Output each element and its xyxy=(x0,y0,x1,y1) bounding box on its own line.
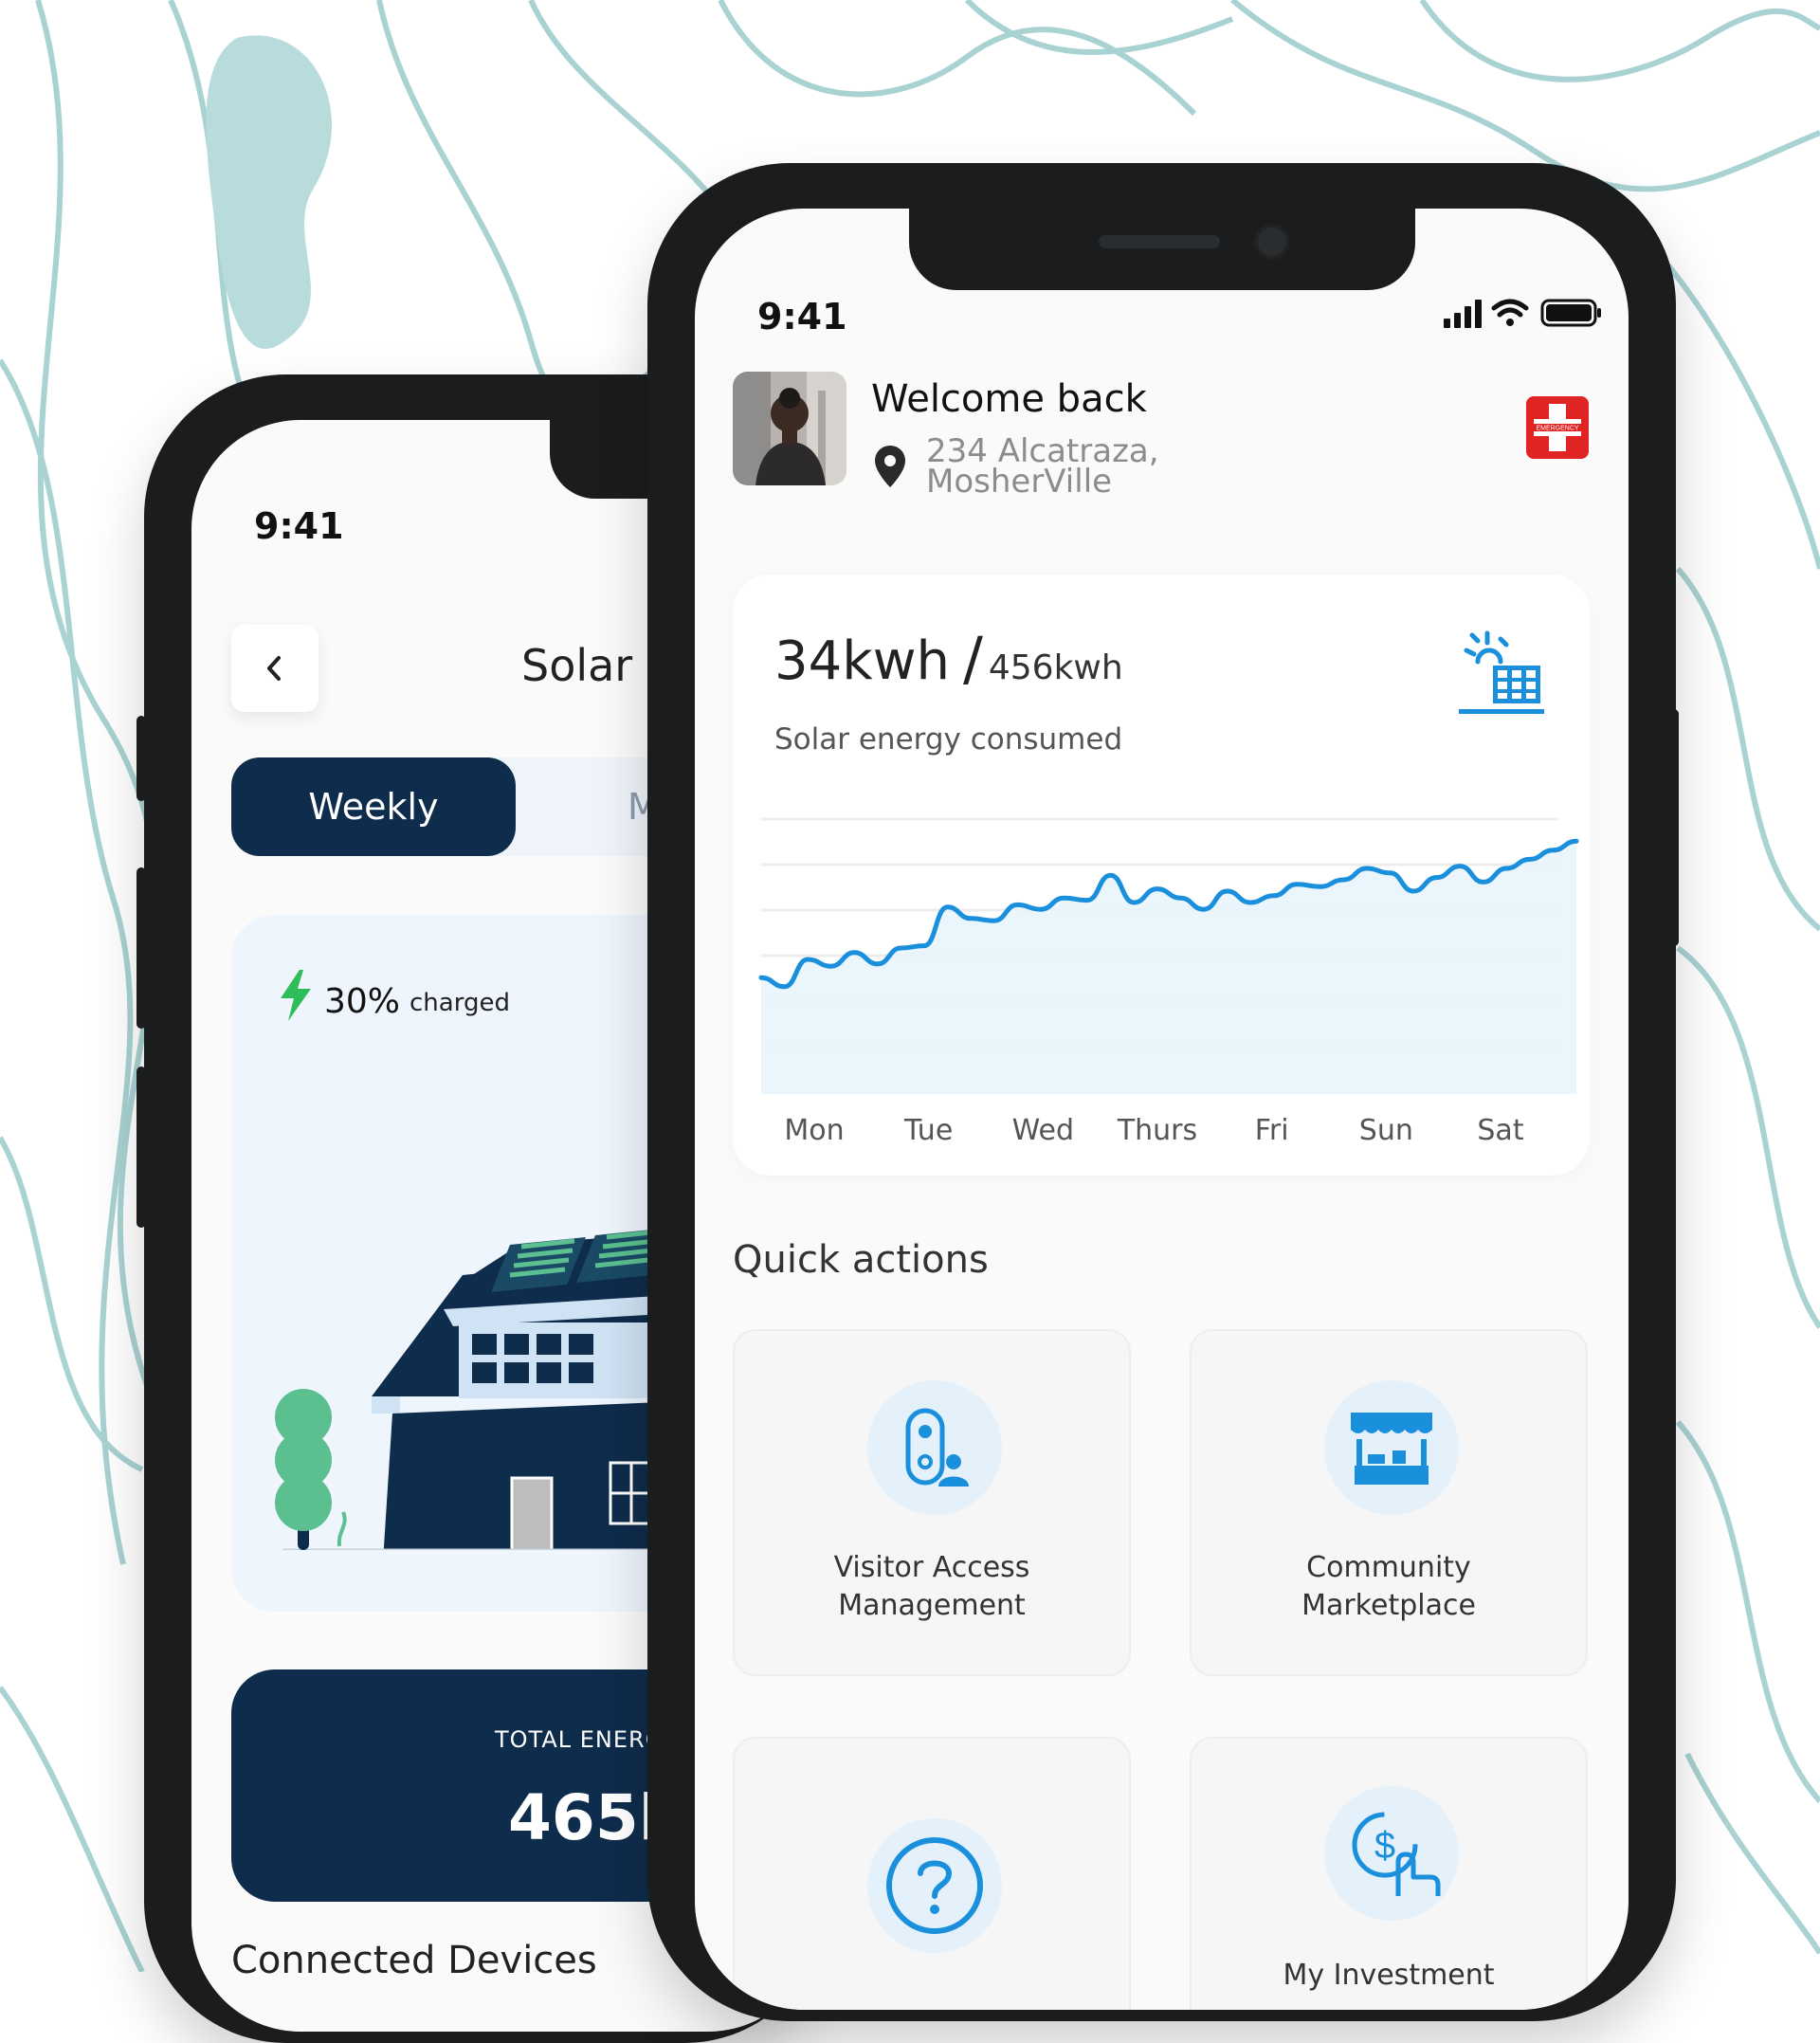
chart-point xyxy=(1527,857,1532,862)
community-marketplace-label: Community Marketplace xyxy=(1301,1551,1476,1622)
chart-point xyxy=(875,961,880,966)
chart-point xyxy=(1015,903,1020,907)
chart-x-label: Mon xyxy=(784,1114,844,1147)
emergency-button[interactable]: EMERGENCY xyxy=(1526,396,1589,459)
chart-point xyxy=(992,919,996,923)
location-pin-icon xyxy=(875,446,905,487)
chart-point xyxy=(1318,885,1322,889)
chart-point xyxy=(1108,873,1113,878)
help-question-icon xyxy=(867,1818,1002,1953)
chart-point xyxy=(1574,839,1578,844)
my-investment-label: My Investment xyxy=(1283,1959,1495,1992)
solar-panel-icon xyxy=(1459,630,1544,714)
community-marketplace-tile[interactable]: Community Marketplace xyxy=(1190,1329,1588,1676)
chart-point xyxy=(1341,878,1346,882)
home-screen: 9:41 Welcome back 234 Alcatraza, MosherV… xyxy=(695,209,1629,2010)
my-investment-tile[interactable]: $ My Investment xyxy=(1190,1737,1588,2010)
chart-point xyxy=(1458,864,1463,868)
chart-point xyxy=(1201,907,1206,912)
user-photo-icon xyxy=(733,372,846,485)
chart-x-label: Sat xyxy=(1477,1114,1523,1147)
front-camera xyxy=(1254,224,1290,260)
chart-x-label: Tue xyxy=(903,1114,953,1147)
battery-status: 30% charged xyxy=(277,970,510,1021)
chart-point xyxy=(1434,875,1439,880)
energy-usage: 34kwh / 456kwh xyxy=(774,624,1123,693)
energy-capacity-value: 456kwh xyxy=(988,648,1123,687)
chart-point xyxy=(1132,901,1137,904)
status-time: 9:41 xyxy=(757,296,847,337)
chart-point xyxy=(899,946,903,950)
chart-point xyxy=(922,943,926,948)
speaker xyxy=(1099,235,1220,248)
chart-point xyxy=(1364,866,1369,870)
side-button xyxy=(136,867,146,1029)
side-button xyxy=(136,716,146,801)
investment-dollar-icon: $ xyxy=(1324,1786,1459,1921)
chart-x-label: Thurs xyxy=(1117,1114,1197,1147)
chart-point xyxy=(1225,889,1229,893)
battery-percent: 30% xyxy=(324,982,401,1021)
quick-actions-heading: Quick actions xyxy=(733,1238,989,1282)
chart-point xyxy=(828,964,833,969)
chart-point xyxy=(945,904,950,909)
address-text: 234 Alcatraza, MosherVille xyxy=(926,432,1159,501)
total-energy-label: TOTAL ENERG xyxy=(495,1726,664,1753)
battery-label: charged xyxy=(410,989,510,1017)
chart-point xyxy=(1062,896,1066,901)
connected-devices-heading: Connected Devices xyxy=(231,1939,597,1982)
chart-point xyxy=(759,976,763,980)
chart-point xyxy=(1085,898,1089,903)
chart-point xyxy=(1178,896,1183,901)
wifi-icon xyxy=(1491,299,1529,318)
chart-point xyxy=(1248,901,1252,904)
lightning-bolt-icon xyxy=(281,970,311,1021)
side-button xyxy=(136,1067,146,1228)
chart-point xyxy=(1551,848,1556,852)
chart-point xyxy=(852,950,857,955)
notch xyxy=(909,209,1415,290)
emergency-cross-icon: EMERGENCY xyxy=(1532,404,1583,451)
chart-x-axis-labels: Mon Tue Wed Thurs Fri Sun Sat xyxy=(784,1114,1523,1147)
tab-weekly[interactable]: Weekly xyxy=(231,757,516,856)
chart-point xyxy=(1411,889,1415,893)
visitor-access-tile[interactable]: Visitor Access Management xyxy=(733,1329,1131,1676)
chart-point xyxy=(1155,886,1159,891)
svg-text:$: $ xyxy=(1374,1825,1395,1867)
marketplace-stall-icon xyxy=(1324,1380,1459,1515)
help-tile[interactable] xyxy=(733,1737,1131,2010)
energy-consumed-label: Solar energy consumed xyxy=(774,722,1123,757)
chart-point xyxy=(969,916,974,921)
chart-point xyxy=(1271,893,1276,898)
visitor-access-label: Visitor Access Management xyxy=(833,1551,1030,1622)
emergency-label: EMERGENCY xyxy=(1536,426,1578,432)
chevron-left-icon xyxy=(267,656,281,681)
status-time: 9:41 xyxy=(254,505,344,547)
energy-separator: / xyxy=(962,624,983,693)
energy-consumed-value: 34kwh xyxy=(774,630,950,692)
chart-point xyxy=(1481,880,1485,885)
battery-icon xyxy=(1540,299,1601,327)
chart-x-label: Fri xyxy=(1255,1114,1289,1147)
chart-x-label: Wed xyxy=(1012,1114,1074,1147)
energy-line-chart: Mon Tue Wed Thurs Fri Sun Sat xyxy=(758,817,1579,1147)
side-button xyxy=(1669,709,1679,946)
status-icons xyxy=(1444,299,1601,328)
chart-area-fill xyxy=(761,841,1576,1094)
chart-point xyxy=(806,958,810,961)
chart-point xyxy=(1295,882,1300,886)
welcome-heading: Welcome back xyxy=(871,377,1147,421)
signal-icon xyxy=(1444,300,1482,328)
chart-point xyxy=(1388,870,1392,875)
chart-point xyxy=(1038,907,1043,912)
chart-point xyxy=(782,984,787,989)
energy-consumption-card: 34kwh / 456kwh Solar energy consumed Mon… xyxy=(733,575,1590,1176)
front-phone-frame: 9:41 Welcome back 234 Alcatraza, MosherV… xyxy=(647,163,1679,2021)
visitor-access-icon xyxy=(867,1380,1002,1515)
back-button[interactable] xyxy=(231,625,318,712)
avatar[interactable] xyxy=(733,372,846,485)
chart-x-label: Sun xyxy=(1359,1114,1413,1147)
chart-point xyxy=(1504,866,1509,870)
